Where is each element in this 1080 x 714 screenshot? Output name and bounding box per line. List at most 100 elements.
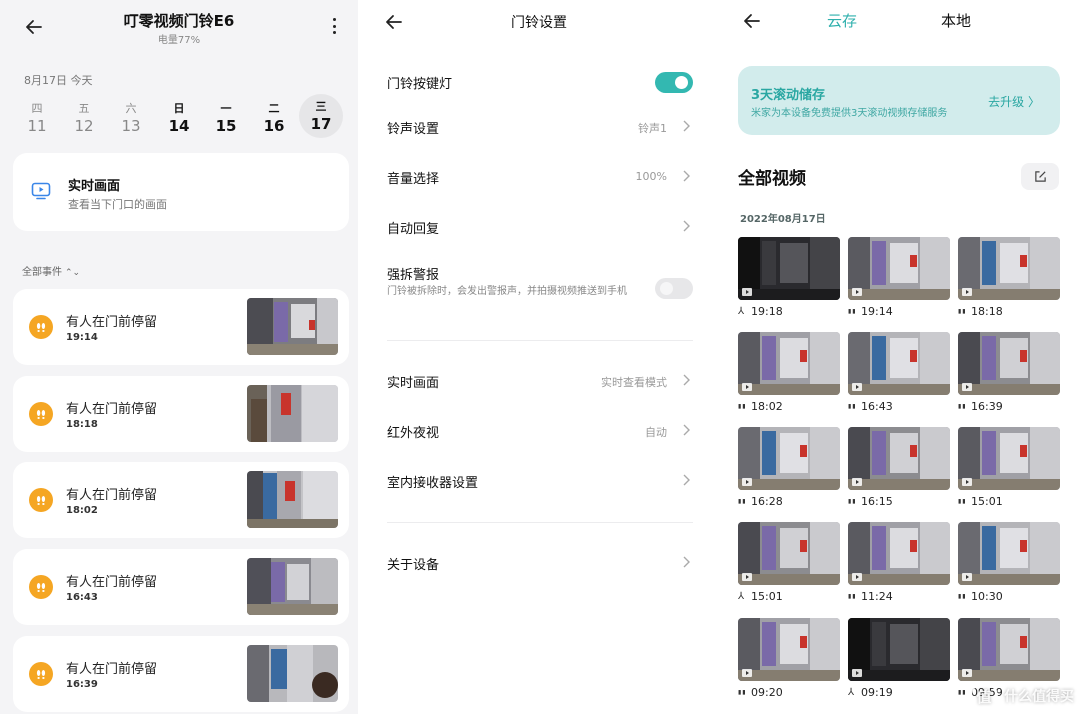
tab-cloud[interactable]: 云存: [827, 10, 857, 31]
setting-about-device[interactable]: 关于设备: [387, 543, 693, 583]
event-thumbnail[interactable]: [247, 385, 338, 442]
live-view-title: 实时画面: [68, 179, 121, 194]
video-play-icon: [962, 669, 972, 677]
video-meta: ▮▮ 18:18: [958, 304, 1060, 318]
video-thumbnail[interactable]: [848, 522, 950, 585]
video-thumbnail[interactable]: [738, 332, 840, 395]
video-item[interactable]: ▮▮ 18:18: [958, 237, 1060, 318]
setting-auto-reply[interactable]: 自动回复: [387, 207, 693, 247]
day-thu[interactable]: 四 11: [15, 96, 59, 140]
video-item[interactable]: ▮▮ 09:20: [738, 618, 840, 699]
footprints-icon: ▮▮: [848, 497, 857, 505]
event-item[interactable]: 有人在门前停留 16:43: [13, 549, 349, 625]
chevron-right-icon: [683, 424, 690, 436]
setting-label: 关于设备: [387, 558, 440, 573]
day-wed-selected[interactable]: 三 17: [299, 94, 343, 138]
video-play-icon: [742, 478, 752, 486]
setting-ringtone[interactable]: 铃声设置 铃声1: [387, 107, 693, 147]
key-light-toggle[interactable]: [655, 72, 693, 93]
more-options-icon[interactable]: [326, 16, 342, 36]
day-tue[interactable]: 二 16: [252, 96, 296, 140]
event-time: 18:18: [66, 419, 98, 430]
video-play-icon: [852, 288, 862, 296]
video-thumbnail[interactable]: [958, 237, 1060, 300]
video-item[interactable]: ▮▮ 16:39: [958, 332, 1060, 413]
weekday-label: 二: [268, 102, 280, 115]
setting-label: 门铃按键灯: [387, 77, 453, 92]
video-item[interactable]: ▮▮ 16:15: [848, 427, 950, 508]
video-thumbnail[interactable]: [848, 237, 950, 300]
setting-live-view[interactable]: 实时画面 实时查看模式: [387, 361, 693, 401]
watermark-logo: 值: [970, 682, 998, 710]
video-meta: ⅄ 19:18: [738, 304, 840, 318]
video-thumbnail[interactable]: [738, 618, 840, 681]
video-thumbnail[interactable]: [738, 522, 840, 585]
event-item[interactable]: 有人在门前停留 16:39: [13, 636, 349, 712]
back-arrow-icon[interactable]: [741, 10, 763, 32]
event-item[interactable]: 有人在门前停留 18:18: [13, 376, 349, 452]
video-item[interactable]: ▮▮ 10:30: [958, 522, 1060, 603]
settings-title: 门铃设置: [511, 15, 567, 31]
event-thumbnail[interactable]: [247, 645, 338, 702]
event-title: 有人在门前停留: [66, 662, 158, 677]
event-thumbnail[interactable]: [247, 558, 338, 615]
video-item[interactable]: ▮▮ 15:01: [958, 427, 1060, 508]
day-sat[interactable]: 六 13: [109, 96, 153, 140]
video-thumbnail[interactable]: [848, 332, 950, 395]
setting-key-light[interactable]: 门铃按键灯: [387, 62, 693, 102]
video-thumbnail[interactable]: [958, 332, 1060, 395]
video-thumbnail[interactable]: [738, 237, 840, 300]
video-item[interactable]: ▮▮ 18:02: [738, 332, 840, 413]
tamper-alarm-toggle[interactable]: [655, 278, 693, 299]
upgrade-link[interactable]: 去升级 〉: [988, 93, 1040, 110]
event-item[interactable]: 有人在门前停留 19:14: [13, 289, 349, 365]
edit-button[interactable]: [1021, 163, 1059, 190]
video-thumbnail[interactable]: [958, 522, 1060, 585]
storage-banner[interactable]: 3天滚动储存 米家为本设备免费提供3天滚动视频存储服务 去升级 〉: [738, 66, 1060, 135]
video-item[interactable]: ▮▮ 11:24: [848, 522, 950, 603]
tab-local[interactable]: 本地: [941, 10, 971, 31]
video-meta: ▮▮ 16:28: [738, 494, 840, 508]
video-item[interactable]: ▮▮ 19:14: [848, 237, 950, 318]
event-thumbnail[interactable]: [247, 298, 338, 355]
video-meta: ▮▮ 16:39: [958, 399, 1060, 413]
section-divider: [387, 340, 693, 341]
live-view-card[interactable]: 实时画面 查看当下门口的画面: [13, 153, 349, 231]
event-filter[interactable]: 全部事件 ⌃⌄: [22, 263, 80, 278]
day-mon[interactable]: 一 15: [204, 96, 248, 140]
chevron-right-icon: [683, 220, 690, 232]
video-item[interactable]: ⅄ 15:01: [738, 522, 840, 603]
video-thumbnail[interactable]: [848, 427, 950, 490]
footprints-icon: ▮▮: [958, 497, 967, 505]
video-item[interactable]: ⅄ 19:18: [738, 237, 840, 318]
setting-night-vision[interactable]: 红外夜视 自动: [387, 411, 693, 451]
video-item[interactable]: ▮▮ 16:43: [848, 332, 950, 413]
weekday-label: 四: [31, 102, 43, 115]
video-play-icon: [742, 288, 752, 296]
footprints-icon: [29, 488, 53, 512]
setting-indoor-receiver[interactable]: 室内接收器设置: [387, 461, 693, 501]
event-thumbnail[interactable]: [247, 471, 338, 528]
day-sun[interactable]: 日 14: [157, 96, 201, 140]
video-item[interactable]: ⅄ 09:19: [848, 618, 950, 699]
video-thumbnail[interactable]: [738, 427, 840, 490]
day-number: 13: [121, 117, 141, 135]
event-time: 16:39: [66, 679, 98, 690]
setting-value: 100%: [635, 170, 667, 183]
video-time: 09:19: [861, 685, 893, 699]
video-time: 18:18: [971, 304, 1003, 318]
video-play-icon: [852, 669, 862, 677]
day-number: 17: [310, 115, 332, 133]
video-thumbnail[interactable]: [958, 618, 1060, 681]
weekday-label: 三: [315, 100, 327, 113]
video-thumbnail[interactable]: [848, 618, 950, 681]
setting-volume[interactable]: 音量选择 100%: [387, 157, 693, 197]
video-time: 16:28: [751, 494, 783, 508]
video-item[interactable]: ▮▮ 16:28: [738, 427, 840, 508]
event-item[interactable]: 有人在门前停留 18:02: [13, 462, 349, 538]
setting-label: 红外夜视: [387, 426, 440, 441]
video-time: 15:01: [971, 494, 1003, 508]
day-fri[interactable]: 五 12: [62, 96, 106, 140]
tamper-alarm-description: 门铃被拆除时，会发出警报声，并拍摄视频推送到手机: [387, 286, 627, 297]
video-thumbnail[interactable]: [958, 427, 1060, 490]
